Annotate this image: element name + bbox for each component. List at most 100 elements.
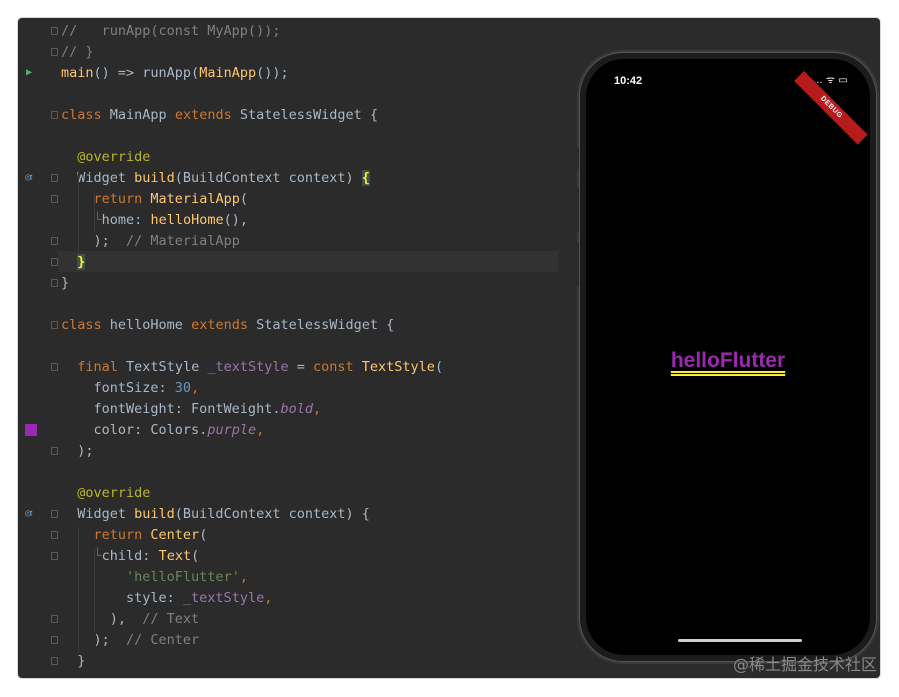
code-token: final — [77, 359, 127, 375]
fold-icon[interactable] — [51, 237, 58, 245]
code-token: ( — [239, 191, 248, 207]
fold-icon[interactable] — [51, 615, 58, 623]
fold-marker — [18, 651, 58, 672]
code-line[interactable]: } — [61, 651, 85, 672]
code-line[interactable]: fontWeight: FontWeight.bold, — [61, 399, 322, 420]
code-line[interactable]: fontSize: 30, — [61, 378, 200, 399]
code-token: MainApp — [109, 107, 175, 123]
code-line[interactable]: class helloHome extends StatelessWidget … — [61, 315, 394, 336]
code-line[interactable]: ), // Text — [61, 609, 199, 630]
home-indicator[interactable] — [678, 639, 802, 642]
code-line[interactable]: // runApp(const MyApp()); — [61, 21, 280, 42]
fold-marker — [18, 546, 58, 567]
code-line[interactable]: final TextStyle _textStyle = const TextS… — [61, 357, 443, 378]
code-line[interactable]: } — [61, 252, 86, 273]
code-token: { — [361, 170, 370, 186]
code-line[interactable]: └home: helloHome(), — [61, 210, 248, 231]
code-token: style: — [61, 590, 183, 606]
code-token: class — [61, 317, 110, 333]
fold-icon[interactable] — [51, 279, 58, 287]
gutter-marker: ◎↑ — [18, 504, 58, 525]
fold-icon[interactable] — [51, 258, 58, 266]
code-line[interactable]: return MaterialApp( — [61, 189, 248, 210]
code-line[interactable]: Widget build(BuildContext context) { — [61, 504, 370, 525]
override-icon[interactable]: ◎↑ — [25, 508, 34, 520]
gutter-marker: ▶▶ — [18, 63, 58, 84]
status-bar-time: 10:42 — [614, 75, 643, 87]
fold-icon[interactable] — [51, 552, 58, 560]
code-line[interactable]: @override — [61, 147, 150, 168]
code-line[interactable]: └child: Text( — [61, 546, 200, 567]
code-token: 30 — [174, 380, 192, 396]
code-token: } — [77, 254, 86, 270]
code-line[interactable]: class MainApp extends StatelessWidget { — [61, 105, 378, 126]
current-line-highlight — [58, 251, 558, 272]
code-token: fontWeight: FontWeight. — [61, 401, 281, 417]
code-token: } — [61, 275, 70, 291]
code-token: , — [239, 569, 248, 585]
volume-down-button — [576, 242, 579, 287]
gutter-marker — [18, 420, 58, 441]
code-token: @override — [77, 485, 151, 501]
editor-gutter: ▶▶ ◎↑ ◎↑ — [18, 18, 58, 678]
mute-switch — [576, 147, 579, 169]
fold-icon[interactable] — [51, 531, 58, 539]
fold-icon[interactable] — [51, 111, 58, 119]
code-token: extends — [174, 107, 240, 123]
code-token: // } — [61, 44, 94, 60]
code-token: Center — [150, 527, 200, 543]
code-line[interactable]: } — [61, 273, 69, 294]
fold-icon[interactable] — [51, 363, 58, 371]
code-token: ); — [61, 443, 94, 459]
indent-guide — [94, 548, 95, 632]
code-line[interactable]: 'helloFlutter', — [61, 567, 248, 588]
fold-icon[interactable] — [51, 636, 58, 644]
simulator-screen[interactable]: 10:42 .... ᯤ ▭ DEBUG helloFlutter — [586, 59, 870, 655]
fold-icon[interactable] — [51, 27, 58, 35]
fold-icon[interactable] — [51, 657, 58, 665]
fold-icon[interactable] — [51, 48, 58, 56]
code-token: , — [264, 590, 273, 606]
code-token: (), — [223, 212, 248, 228]
code-token: fontSize: — [61, 380, 175, 396]
fold-marker — [18, 315, 58, 336]
fold-marker — [18, 609, 58, 630]
fold-icon[interactable] — [51, 321, 58, 329]
fold-marker — [18, 21, 58, 42]
fold-marker — [18, 273, 58, 294]
code-token: Widget — [61, 170, 135, 186]
override-icon[interactable]: ◎↑ — [25, 172, 34, 184]
code-token: StatelessWidget { — [239, 107, 379, 123]
code-line[interactable]: color: Colors.purple, — [61, 420, 265, 441]
code-line[interactable]: ); // MaterialApp — [61, 231, 240, 252]
fold-marker — [18, 189, 58, 210]
fold-icon[interactable] — [51, 447, 58, 455]
code-token: bold — [280, 401, 313, 417]
code-line[interactable]: ); — [61, 441, 94, 462]
code-token: class — [61, 107, 110, 123]
code-token: build — [134, 506, 175, 522]
indent-guide — [94, 191, 95, 233]
fold-icon[interactable] — [51, 195, 58, 203]
code-line[interactable]: ); // Center — [61, 630, 200, 651]
code-line[interactable]: Widget build(BuildContext context) { — [61, 168, 370, 189]
code-token: () => runApp( — [93, 65, 200, 81]
code-token: // runApp(const MyApp()); — [61, 23, 281, 39]
code-token: // Text — [142, 611, 200, 627]
code-token: = — [296, 359, 313, 375]
code-token: // Center — [126, 632, 200, 648]
code-token: StatelessWidget { — [256, 317, 395, 333]
volume-up-button — [576, 187, 579, 232]
code-token: , — [191, 380, 200, 396]
purple-color-swatch-icon[interactable] — [25, 424, 37, 436]
code-token: TextStyle — [361, 359, 435, 375]
code-token: ( — [434, 359, 444, 375]
ide-window: ▶▶ ◎↑ ◎↑ // runApp(const MyApp()); // } main… — [18, 18, 880, 678]
code-line[interactable]: main() => runApp(MainApp()); — [61, 63, 289, 84]
code-line[interactable]: style: _textStyle, — [61, 588, 272, 609]
code-line[interactable]: @override — [61, 483, 150, 504]
code-line[interactable]: return Center( — [61, 525, 208, 546]
code-line[interactable]: // } — [61, 42, 94, 63]
